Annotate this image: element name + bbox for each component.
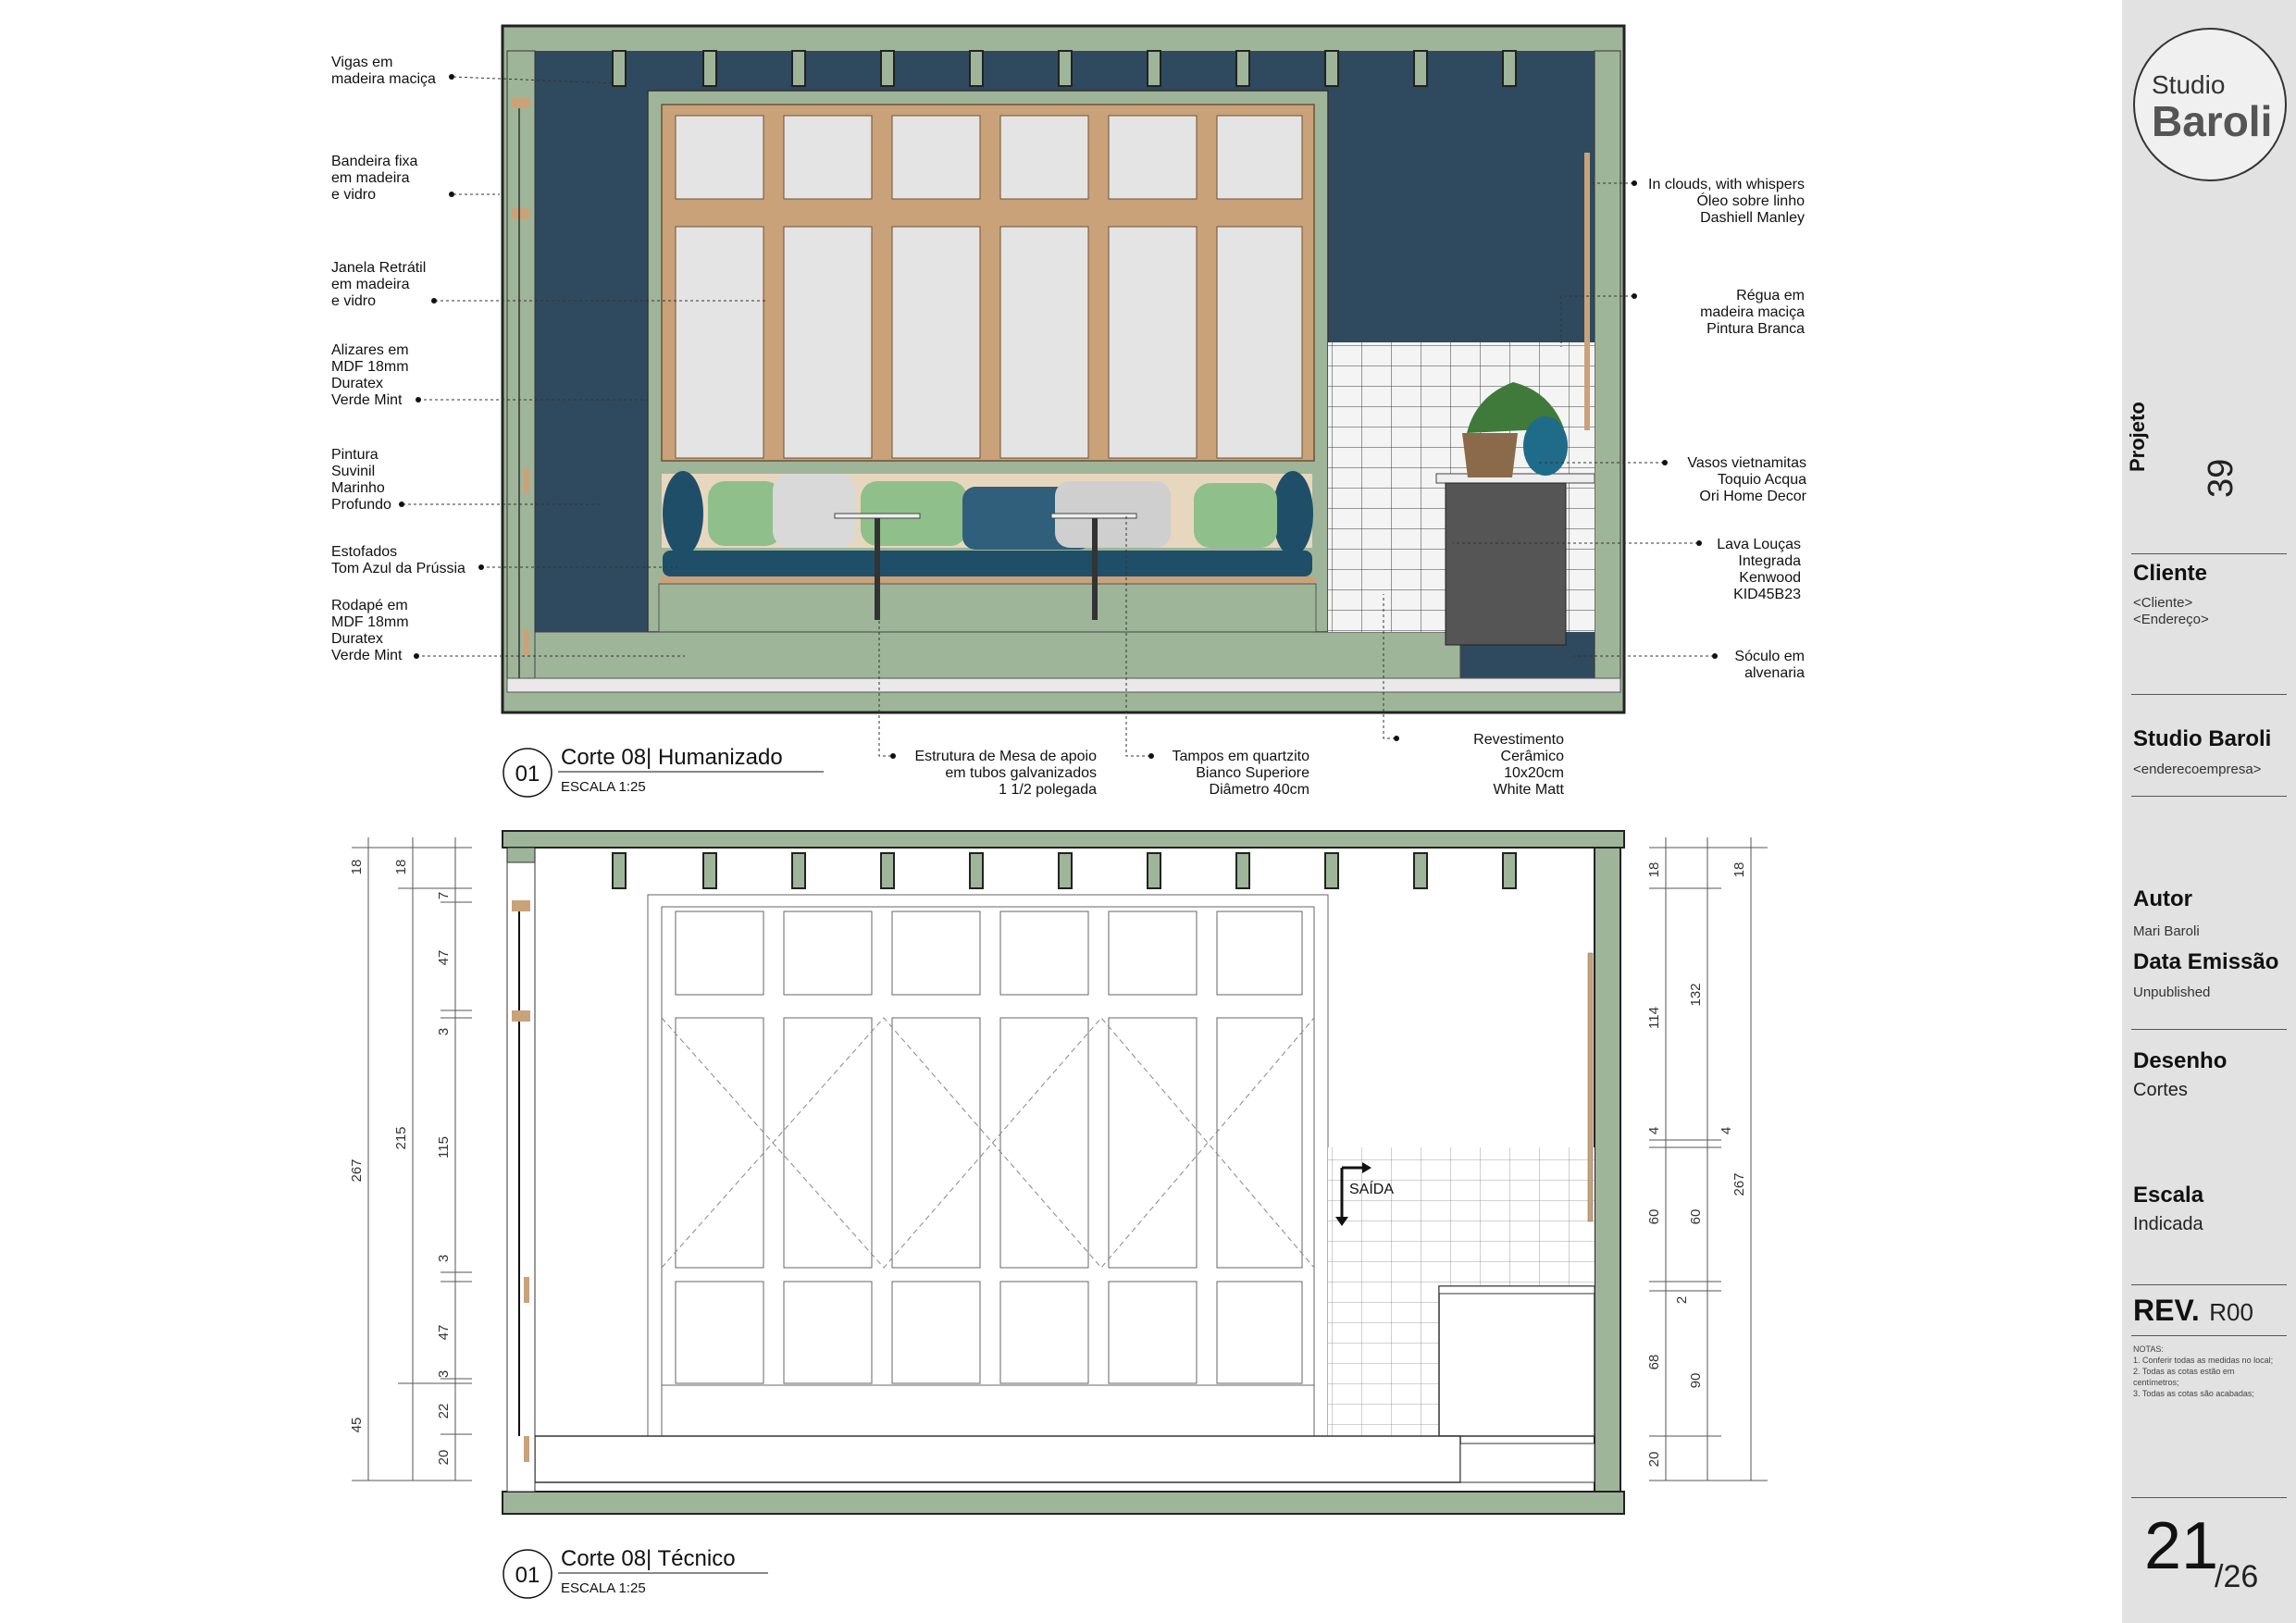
drawing-sheet: Vigas em madeira maciça Bandeira fixa em m…	[331, 24, 1807, 1599]
svg-text:3: 3	[436, 1370, 452, 1378]
label-revestimento: Revestimento Cerâmico 10x20cm White Matt	[1473, 732, 1564, 798]
rev-value: R00	[2209, 1298, 2253, 1326]
label-vasos: Vasos vietnamitas Toquio Acqua Ori Home De…	[1687, 455, 1806, 504]
title-block: Studio Baroli Projeto 39 Cliente <Client…	[2122, 0, 2296, 1623]
project-label: Projeto	[2126, 402, 2149, 472]
svg-text:22: 22	[436, 1404, 452, 1419]
client-address: <Endereço>	[2133, 612, 2209, 627]
section-title-text-2: Corte 08| Técnico	[561, 1546, 736, 1571]
svg-text:60: 60	[1646, 1209, 1662, 1225]
label-estofados: Estofados Tom Azul da Prússia	[331, 544, 465, 576]
sheet-number: 21	[2144, 1509, 2219, 1583]
sheet-total: /26	[2215, 1559, 2259, 1594]
author-name: Mari Baroli	[2133, 923, 2200, 939]
svg-text:3: 3	[436, 1028, 452, 1035]
svg-text:215: 215	[393, 1126, 409, 1149]
rev-label: REV.	[2133, 1294, 2200, 1327]
label-painting: In clouds, with whispers Óleo sobre linho…	[1648, 177, 1805, 226]
label-regua: Régua em madeira maciça Pintura Branca	[1700, 288, 1805, 337]
section-title-technical: 01 Corte 08| Técnico ESCALA 1:25	[503, 1546, 768, 1599]
date-label: Data Emissão	[2133, 949, 2279, 974]
svg-text:18: 18	[1646, 862, 1662, 878]
svg-text:01: 01	[515, 762, 540, 787]
revision: REV. R00	[2133, 1294, 2253, 1328]
svg-text:18: 18	[349, 860, 365, 875]
svg-text:47: 47	[436, 950, 452, 966]
section-humanized-drawing	[501, 24, 1626, 714]
svg-text:267: 267	[1731, 1172, 1747, 1196]
dimension-texts-left: 267 18 215 45 18 7 47 3 115 3 47 3 22 20	[349, 860, 452, 1466]
company-label: Studio Baroli	[2133, 726, 2272, 751]
svg-text:90: 90	[1688, 1373, 1704, 1389]
svg-text:3: 3	[436, 1255, 452, 1262]
svg-text:20: 20	[436, 1450, 452, 1466]
label-vigas: Vigas em madeira maciça	[331, 55, 436, 87]
company-address: <enderecoempresa>	[2133, 762, 2262, 777]
scale-label: Escala	[2133, 1183, 2204, 1208]
project-number: 39	[2202, 458, 2240, 498]
logo: Studio Baroli	[2133, 28, 2287, 181]
label-janela: Janela Retrátil em madeira e vidro	[331, 260, 426, 309]
dimension-texts-right: 18 114 4 60 2 68 20 132 4 60 90 18 267	[1646, 862, 1747, 1468]
svg-text:132: 132	[1688, 983, 1704, 1006]
svg-text:60: 60	[1688, 1209, 1704, 1225]
drawing-label: Desenho	[2133, 1048, 2228, 1073]
dimension-lines-left	[352, 837, 472, 1481]
svg-text:01: 01	[515, 1563, 540, 1588]
label-pintura: Pintura Suvinil Marinho Profundo	[331, 447, 391, 513]
svg-text:7: 7	[436, 892, 452, 899]
dimension-lines-right	[1649, 837, 1768, 1481]
svg-text:20: 20	[1646, 1452, 1662, 1468]
svg-text:267: 267	[349, 1158, 365, 1182]
svg-text:68: 68	[1646, 1355, 1662, 1370]
label-rodape: Rodapé em MDF 18mm Duratex Verde Mint	[331, 598, 409, 663]
svg-text:115: 115	[436, 1136, 452, 1158]
notes: NOTAS: 1. Conferir todas as medidas no l…	[2133, 1344, 2274, 1398]
logo-bottom-text: Baroli	[2152, 97, 2273, 145]
author-label: Autor	[2133, 886, 2192, 911]
section-title-humanized: 01 Corte 08| Humanizado ESCALA 1:25	[503, 745, 824, 798]
svg-text:114: 114	[1646, 1007, 1662, 1029]
svg-text:4: 4	[1646, 1127, 1662, 1134]
section-title-text: Corte 08| Humanizado	[561, 745, 783, 770]
label-bandeira: Bandeira fixa em madeira e vidro	[331, 154, 417, 203]
client-label: Cliente	[2133, 561, 2208, 586]
label-alizares: Alizares em MDF 18mm Duratex Verde Mint	[331, 342, 409, 408]
scale-value: Indicada	[2133, 1214, 2203, 1234]
svg-text:45: 45	[349, 1418, 365, 1433]
drawing-value: Cortes	[2133, 1080, 2188, 1100]
section-scale-2: ESCALA 1:25	[561, 1580, 646, 1596]
client-name: <Cliente>	[2133, 595, 2193, 611]
svg-text:4: 4	[1719, 1127, 1734, 1134]
section-technical-drawing: SAÍDA	[502, 830, 1625, 1515]
label-tampos: Tampos em quartzito Bianco Superiore Diâme…	[1172, 749, 1309, 798]
exit-label: SAÍDA	[1349, 1180, 1394, 1197]
label-estrutura-mesa: Estrutura de Mesa de apoio em tubos galva…	[914, 749, 1097, 798]
svg-text:47: 47	[436, 1325, 452, 1341]
date-value: Unpublished	[2133, 985, 2211, 1000]
label-soculo: Sóculo em alvenaria	[1734, 649, 1805, 681]
label-lava-loucas: Lava Louças Integrada Kenwood KID45B23	[1717, 537, 1801, 602]
svg-text:2: 2	[1674, 1296, 1690, 1304]
svg-text:18: 18	[393, 860, 409, 875]
section-scale: ESCALA 1:25	[561, 779, 646, 795]
svg-text:18: 18	[1731, 862, 1747, 878]
